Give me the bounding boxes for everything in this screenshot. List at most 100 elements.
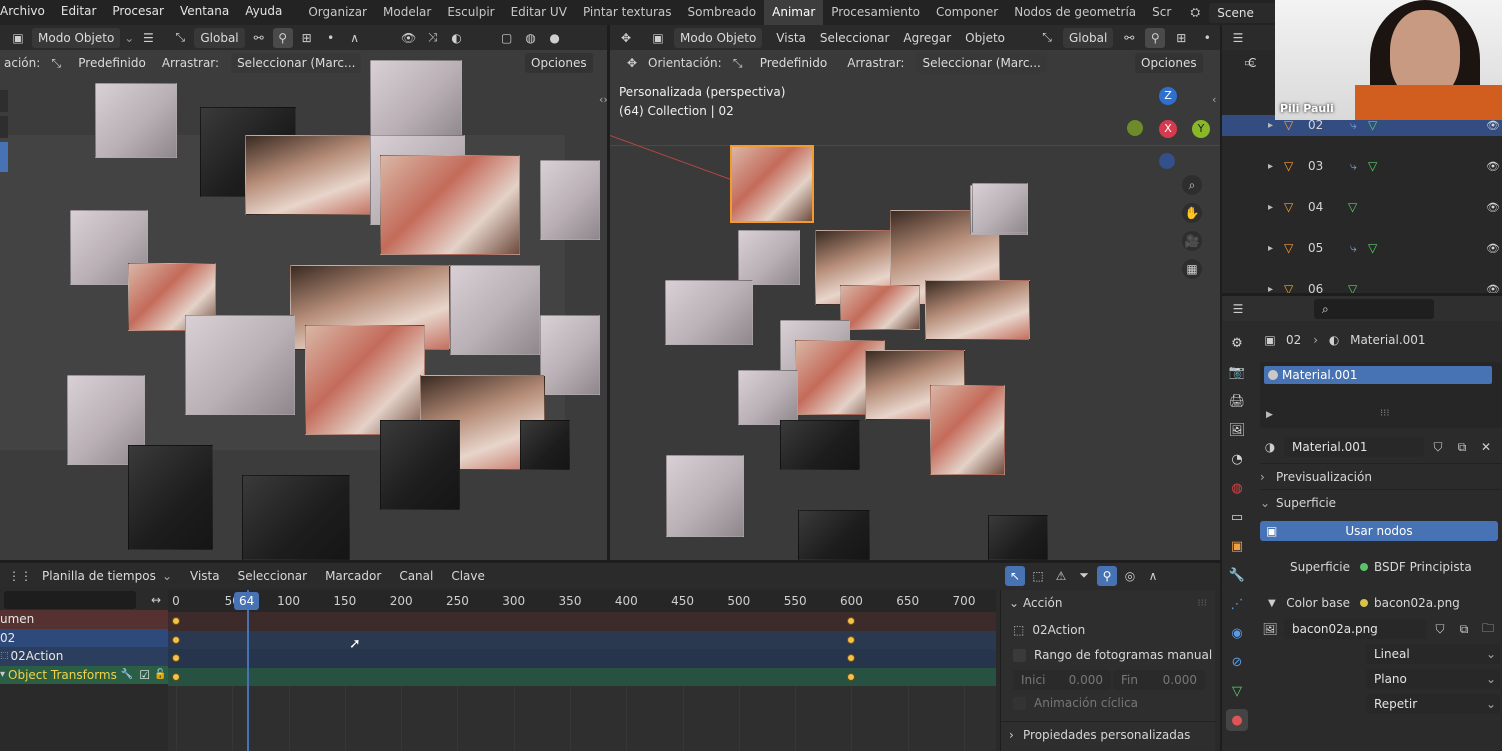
workspace-tab[interactable]: Componer [928,0,1006,25]
channel-row[interactable]: ⬚ 02Action [0,647,168,666]
xray-icon[interactable]: ▢ [497,28,517,48]
expand-arrow-icon[interactable]: ▸ [1268,243,1273,254]
filter-icon[interactable]: ⏷ [1074,566,1094,586]
world-tab-icon[interactable]: ◍ [1226,477,1248,499]
expand-arrow-icon[interactable]: ▸ [1268,120,1273,131]
expand-arrow-icon[interactable]: ▸ [1268,202,1273,213]
material-tab-icon[interactable]: ● [1226,709,1248,731]
workspace-tab[interactable]: Scr [1144,0,1179,25]
channel-row[interactable]: ▾ Object Transforms 🔧 ☑ 🔓 [0,665,168,684]
gizmo-x[interactable]: X [1159,120,1177,138]
scene-tab-icon[interactable]: ◔ [1226,448,1248,470]
keyframe[interactable] [847,672,856,681]
action-panel-header[interactable]: ⌄ Acción ⁝⁝⁝ [1001,590,1215,616]
grid-view-icon[interactable]: ▦ [1182,259,1202,279]
tool-button-active[interactable] [0,142,8,172]
box-select-icon[interactable]: ⬚ [1028,566,1048,586]
viewport-menu-item[interactable]: Objeto [965,31,1005,45]
area-divider-arrows-icon[interactable]: ‹› [599,93,607,106]
material-slot-item[interactable]: Material.001 [1264,366,1492,384]
select-tool-icon[interactable]: ↖ [1005,565,1025,586]
keyframe[interactable] [847,654,856,662]
pivot-icon[interactable]: ⚯ [1119,28,1139,48]
visibility-eye-icon[interactable]: 👁 [1486,201,1500,214]
solid-shading-icon[interactable]: ● [545,28,565,48]
overlay-icon[interactable]: ◐ [447,28,467,48]
outliner-item[interactable]: ▸ ▽ 06 ▽ 👁 [1222,279,1502,293]
keyframe[interactable] [172,654,180,662]
selected-cube[interactable] [730,145,814,223]
pivot-icon[interactable]: ⚯ [249,28,269,48]
outliner-item[interactable]: ▸ ▽ 05 ⤷ ▽ 👁 [1222,238,1502,259]
right-transform-dropdown[interactable]: Global [1063,27,1114,48]
left-orientation-dropdown[interactable]: Predefinido [72,53,152,73]
falloff-icon[interactable]: ∧ [345,28,365,48]
workspace-tab[interactable]: Sombreado [679,0,764,25]
collection-tab-icon[interactable]: ▭ [1226,506,1248,528]
viewport-menu-item[interactable]: Seleccionar [820,31,889,45]
snap-icon[interactable]: ⚲ [272,27,293,48]
physics-tab-icon[interactable]: ◉ [1226,622,1248,644]
keyframe-area[interactable]: 0 50 100 150 200 250 300 350 400 450 500 550 600 650 7… [168,590,996,751]
keyframe[interactable] [847,635,856,644]
snap-target-icon[interactable]: ⊞ [297,28,317,48]
current-frame-indicator[interactable]: 64 [234,592,260,610]
timeline-menu-item[interactable]: Seleccionar [238,569,307,583]
workspace-tab[interactable]: Animar [764,0,824,25]
menu-procesar[interactable]: Procesar [104,0,172,25]
keyframe[interactable] [172,617,180,625]
snap-target-icon[interactable]: ⊞ [1171,28,1191,48]
right-viewport[interactable]: ✥ ▣ Modo Objeto Vista Seleccionar Agregar O… [610,25,1220,560]
left-options-dropdown[interactable]: Opciones [525,53,593,73]
viewport-menu-item[interactable]: Vista [776,31,806,45]
expand-arrow-icon[interactable]: ▾ [0,669,5,680]
gizmo-neg-z[interactable] [1159,153,1175,169]
expand-icon[interactable]: ▶ [1266,410,1273,420]
chevron-down-icon[interactable]: ▼ [1260,598,1282,609]
channel-search-input[interactable] [4,591,136,609]
projection-dropdown[interactable]: Plano ⌄ [1366,669,1500,689]
action-name[interactable]: 02Action [1032,623,1085,637]
timeline-menu-item[interactable]: Marcador [325,569,381,583]
navigation-gizmo[interactable]: Z X Y [1125,85,1210,185]
duplicate-icon[interactable]: ⧉ [1452,437,1472,457]
checkbox-icon[interactable]: ☑ [139,668,150,682]
wrench-icon[interactable]: 🔧 [121,669,133,680]
visibility-eye-icon[interactable]: 👁 [1486,160,1500,173]
modifiers-tab-icon[interactable]: 🔧 [1226,564,1248,586]
gizmo-icon[interactable]: ⤨ [423,28,443,48]
expand-arrow-icon[interactable]: ▸ [1268,284,1273,293]
menu-ayuda[interactable]: Ayuda [237,0,290,25]
camera-icon[interactable]: 🎥 [1182,231,1202,251]
fake-user-shield-icon[interactable]: ⛉ [1428,437,1448,457]
left-viewport[interactable]: ▣ Modo Objeto ⌄ ☰ ⤡ Global ⚯ ⚲ ⊞ • ∧ 👁 ⤨… [0,25,607,560]
workspace-tab[interactable]: Procesamiento [823,0,928,25]
visibility-eye-icon[interactable]: 👁 [1486,119,1500,132]
zoom-icon[interactable]: ⌕ [1182,175,1202,195]
interpolation-dropdown[interactable]: Lineal ⌄ [1366,644,1500,664]
base-color-value[interactable]: bacon02a.png [1374,596,1460,610]
outliner-item[interactable]: ▸ ▽ 04 ▽ 👁 [1222,197,1502,218]
image-name-field[interactable]: bacon02a.png [1284,619,1426,639]
auto-snap-icon[interactable]: ⚲ [1097,565,1117,586]
expand-arrow-icon[interactable]: ▸ [1268,161,1273,172]
proportional-icon[interactable]: • [321,28,341,48]
extension-dropdown[interactable]: Repetir ⌄ [1366,694,1500,714]
timeline-menu-item[interactable]: Vista [190,569,220,583]
workspace-tab[interactable]: Organizar [300,0,375,25]
material-browse-icon[interactable]: ◑ [1260,437,1280,457]
frame-ruler[interactable]: 0 50 100 150 200 250 300 350 400 450 500 550 600 650 7… [168,590,996,612]
tool-button[interactable] [0,90,8,112]
editor-type-icon[interactable]: ☰ [1228,28,1248,48]
menu-archivo[interactable]: Archivo [0,0,53,25]
left-transform-dropdown[interactable]: Global [194,27,245,48]
gizmo-y[interactable]: Y [1192,120,1210,138]
visibility-eye-icon[interactable]: 👁 [1486,242,1500,255]
workspace-tab[interactable]: Editar UV [503,0,575,25]
keyframe[interactable] [172,635,180,644]
workspace-tab[interactable]: Pintar texturas [575,0,680,25]
pan-hand-icon[interactable]: ✋ [1182,203,1202,223]
tool-tab-icon[interactable]: ⚙ [1226,332,1248,354]
editor-mode-dropdown[interactable]: Planilla de tiempos ⌄ [36,566,176,586]
snap-icon[interactable]: ⚲ [1145,27,1166,48]
